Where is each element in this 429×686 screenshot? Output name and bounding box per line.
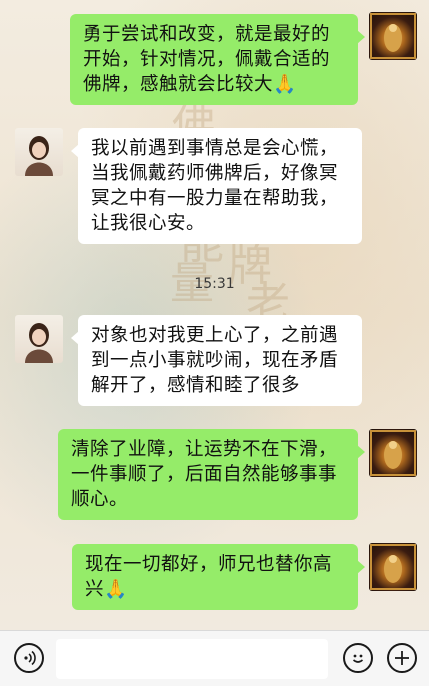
voice-icon bbox=[24, 650, 36, 666]
buddha-amulet-icon bbox=[370, 13, 416, 59]
chat-message-sent[interactable]: 清除了业障，让运势不在下滑，一件事顺了，后面自然能够事事顺心。 bbox=[58, 429, 365, 520]
emoji-button[interactable] bbox=[343, 643, 373, 673]
chat-message-received[interactable]: 对象也对我更上心了，之前遇到一点小事就吵闹，现在矛盾解开了，感情和睦了很多 bbox=[71, 315, 362, 406]
emoji-icon bbox=[352, 654, 364, 663]
chat-timestamp: 15:31 bbox=[194, 276, 235, 292]
buddha-avatar[interactable] bbox=[369, 12, 417, 60]
plus-icon bbox=[395, 651, 409, 665]
chat-message-received[interactable]: 我以前遇到事情总是会心慌，当我佩戴药师佛牌后，好像冥冥之中有一股力量在帮助我，让… bbox=[71, 128, 362, 244]
contact-avatar[interactable] bbox=[15, 128, 63, 176]
buddha-avatar[interactable] bbox=[369, 543, 417, 591]
person-avatar-icon bbox=[25, 136, 53, 176]
buddha-avatar[interactable] bbox=[369, 429, 417, 477]
chat-input-bar bbox=[0, 630, 429, 686]
message-input[interactable] bbox=[56, 639, 328, 679]
buddha-amulet-icon bbox=[370, 430, 416, 476]
chat-message-sent[interactable]: 现在一切都好，师兄也替你高兴🙏 bbox=[72, 544, 365, 610]
chat-message-sent[interactable]: 勇于尝试和改变，就是最好的开始，针对情况，佩戴合适的佛牌，感触就会比较大🙏 bbox=[70, 14, 365, 105]
voice-button[interactable] bbox=[14, 643, 44, 673]
buddha-amulet-icon bbox=[370, 544, 416, 590]
person-avatar-icon bbox=[25, 323, 53, 363]
more-button[interactable] bbox=[387, 643, 417, 673]
contact-avatar[interactable] bbox=[15, 315, 63, 363]
